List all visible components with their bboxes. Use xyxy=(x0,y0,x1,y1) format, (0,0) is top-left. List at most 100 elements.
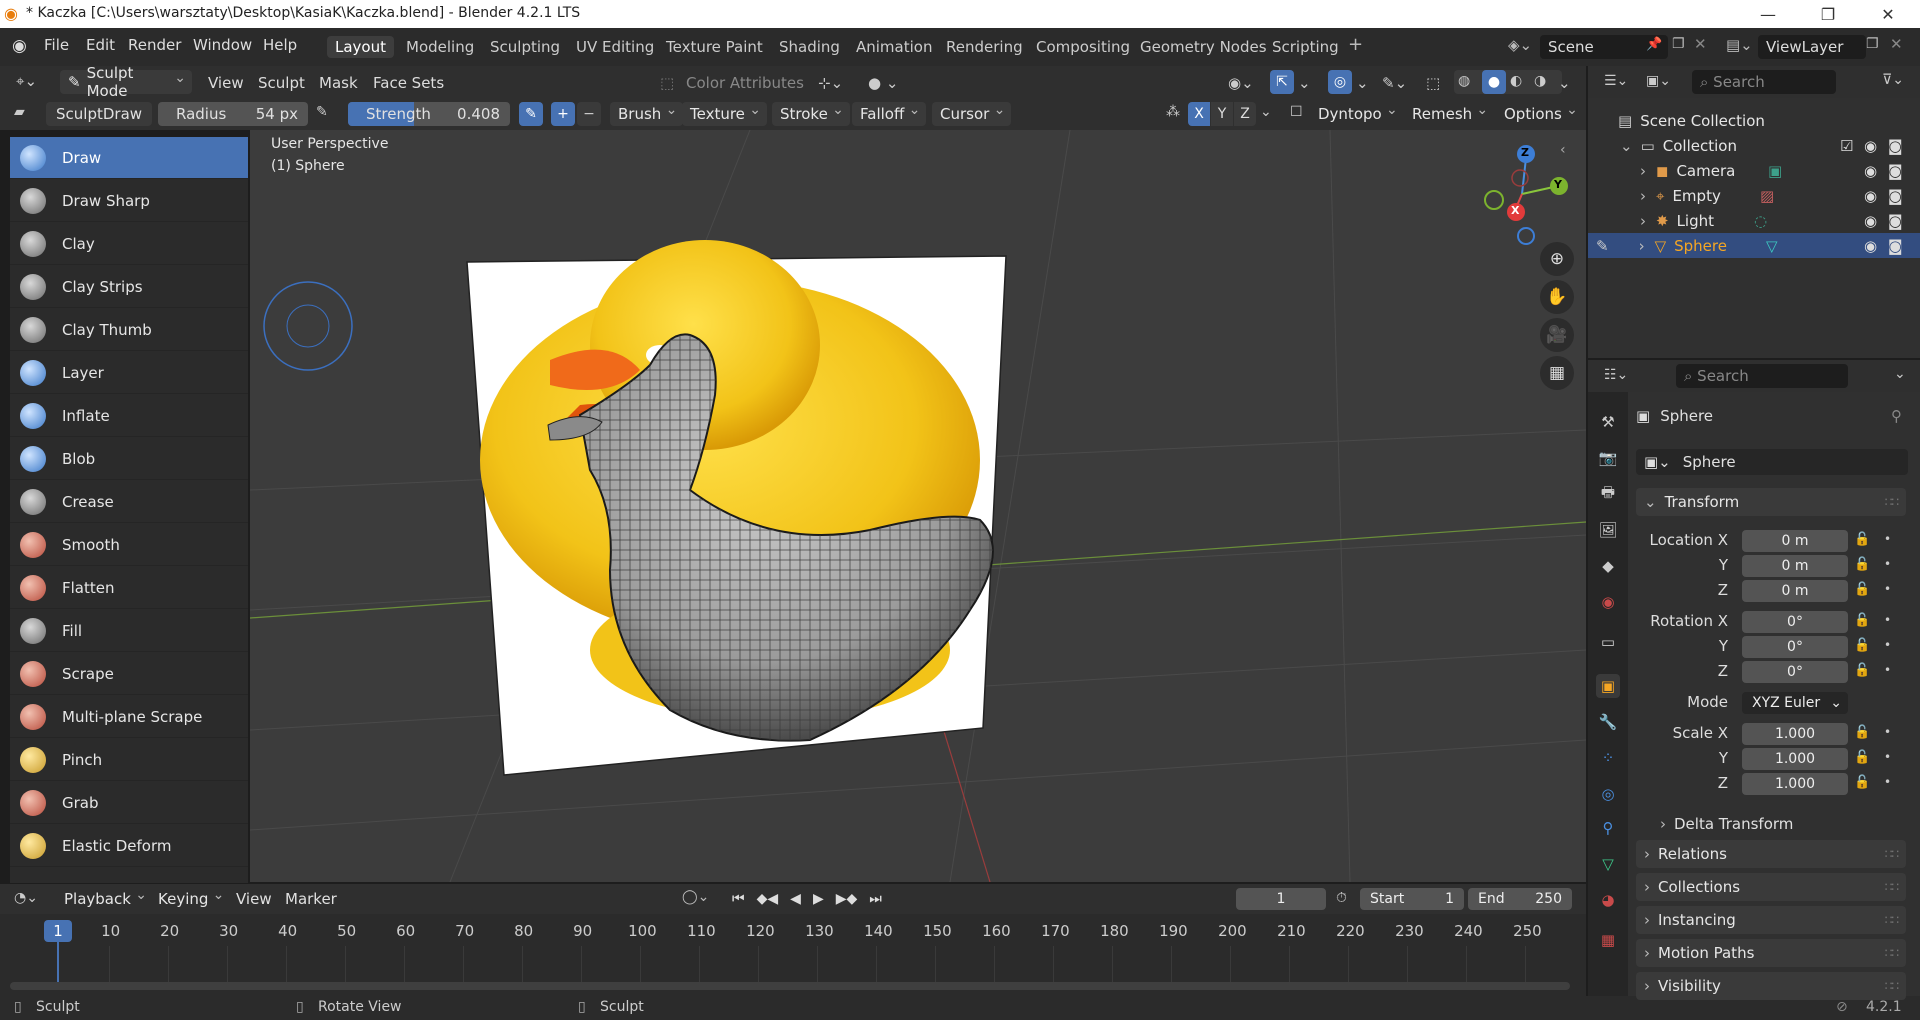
outliner-scene-collection[interactable]: ▤ Scene Collection xyxy=(1588,108,1920,133)
pin-scene-icon[interactable]: 📌 xyxy=(1646,37,1662,52)
lock-icon[interactable]: 🔓 xyxy=(1854,582,1870,597)
menu-render[interactable]: Render xyxy=(128,36,181,54)
panel-grip-icon[interactable]: ∷∷ xyxy=(1885,946,1899,960)
lock-icon[interactable]: 🔓 xyxy=(1854,557,1870,572)
collection-camera-icon[interactable]: ◙ xyxy=(1888,137,1903,155)
transform-panel-header[interactable]: ⌄ Transform ∷∷ xyxy=(1636,488,1906,516)
modifier-tab-icon[interactable]: 🔧 xyxy=(1596,710,1620,734)
panel-grip-icon[interactable]: ∷∷ xyxy=(1885,847,1899,861)
outliner-item-light[interactable]: › ✸ Light ◌ ◉ ◙ xyxy=(1588,208,1920,233)
viewlayer-selector-icon[interactable]: ▤⌄ xyxy=(1726,36,1753,54)
collection-checkbox-icon[interactable]: ☑ xyxy=(1840,137,1853,155)
toggle-xray-icon[interactable]: ⬚ xyxy=(1426,71,1440,95)
lock-icon[interactable]: 🔓 xyxy=(1854,638,1870,653)
tool-grab[interactable]: Grab xyxy=(10,782,248,824)
material-shading-icon[interactable]: ◐ xyxy=(1510,73,1522,89)
object-tab-icon[interactable]: ▣ xyxy=(1596,674,1620,698)
panel-visibility[interactable]: › Visibility ∷∷ xyxy=(1636,972,1906,1000)
scale-x-field[interactable]: 1.000 xyxy=(1742,723,1848,745)
tab-shading[interactable]: Shading xyxy=(771,36,848,58)
menu-face-sets[interactable]: Face Sets xyxy=(373,71,444,95)
view-layer-tab-icon[interactable]: 🖼 xyxy=(1596,518,1620,542)
menu-help[interactable]: Help xyxy=(263,36,297,54)
visibility-dropdown-icon[interactable]: ◉⌄ xyxy=(1228,71,1254,95)
gizmo-dropdown-icon[interactable]: ⌄ xyxy=(1298,71,1311,95)
overlays-toggle-icon[interactable]: ◎ xyxy=(1328,70,1352,94)
properties-options-icon[interactable]: ⌄ xyxy=(1894,366,1906,382)
light-eye-icon[interactable]: ◉ xyxy=(1864,212,1877,230)
mirror-x-toggle[interactable]: X xyxy=(1188,102,1210,126)
scale-y-field[interactable]: 1.000 xyxy=(1742,748,1848,770)
minimize-button[interactable]: — xyxy=(1740,0,1796,28)
texture-tab-icon[interactable]: ▦ xyxy=(1596,928,1620,952)
color-attributes-dropdown[interactable]: Color Attributes xyxy=(686,71,804,95)
keyframe-dot-icon[interactable]: • xyxy=(1884,582,1891,596)
xray-icon[interactable]: ✎⌄ xyxy=(1382,71,1407,95)
data-tab-icon[interactable]: ▽ xyxy=(1596,852,1620,876)
scene-tab-icon[interactable]: ◆ xyxy=(1596,554,1620,578)
light-render-icon[interactable]: ◙ xyxy=(1888,212,1903,230)
new-scene-icon[interactable]: ❐ xyxy=(1672,36,1685,52)
strength-pressure-icon[interactable]: ✎ xyxy=(519,102,543,126)
world-tab-icon[interactable]: ◉ xyxy=(1596,590,1620,614)
constraints-tab-icon[interactable]: ⚲ xyxy=(1596,816,1620,840)
timeline-scrollbar[interactable] xyxy=(10,982,1570,990)
delta-transform-subpanel[interactable]: › Delta Transform xyxy=(1660,812,1900,836)
ortho-toggle-icon[interactable]: ▦ xyxy=(1540,356,1574,390)
lock-icon[interactable]: 🔓 xyxy=(1854,775,1870,790)
scene-selector-icon[interactable]: ◈⌄ xyxy=(1508,36,1532,54)
camera-view-icon[interactable]: 🎥 xyxy=(1540,318,1574,352)
outliner-item-camera[interactable]: › ◼ Camera ▣ ◉ ◙ xyxy=(1588,158,1920,183)
panel-relations[interactable]: › Relations ∷∷ xyxy=(1636,840,1906,868)
options-dropdown[interactable]: Options xyxy=(1496,102,1584,126)
tool-fill[interactable]: Fill xyxy=(10,610,248,652)
keyframe-dot-icon[interactable]: • xyxy=(1884,638,1891,652)
zoom-icon[interactable]: ⊕ xyxy=(1540,242,1574,276)
mirror-z-toggle[interactable]: Z xyxy=(1234,102,1256,126)
camera-eye-icon[interactable]: ◉ xyxy=(1864,162,1877,180)
new-viewlayer-icon[interactable]: ❐ xyxy=(1866,36,1879,52)
rotation-y-field[interactable]: 0° xyxy=(1742,636,1848,658)
display-mode-icon[interactable]: ▣⌄ xyxy=(1646,73,1671,89)
brush-name-field[interactable]: SculptDraw xyxy=(46,102,152,126)
keyframe-dot-icon[interactable]: • xyxy=(1884,532,1891,546)
dyntopo-checkbox[interactable]: ☐ xyxy=(1290,104,1303,120)
viewlayer-name-field[interactable]: ViewLayer xyxy=(1758,35,1866,59)
menu-mask[interactable]: Mask xyxy=(319,71,358,95)
lock-icon[interactable]: 🔓 xyxy=(1854,532,1870,547)
strength-slider[interactable]: Strength 0.408 xyxy=(348,102,510,126)
panel-grip-icon[interactable]: ∷∷ xyxy=(1885,913,1899,927)
tool-draw-sharp[interactable]: Draw Sharp xyxy=(10,180,248,222)
tab-rendering[interactable]: Rendering xyxy=(938,36,1031,58)
panel-instancing[interactable]: › Instancing ∷∷ xyxy=(1636,906,1906,934)
menu-sculpt[interactable]: Sculpt xyxy=(258,71,305,95)
cursor-dropdown[interactable]: Cursor xyxy=(932,102,1012,126)
menu-view[interactable]: View xyxy=(208,71,244,95)
keyframe-dot-icon[interactable]: • xyxy=(1884,557,1891,571)
panel-collections[interactable]: › Collections ∷∷ xyxy=(1636,873,1906,901)
pan-hand-icon[interactable]: ✋ xyxy=(1540,280,1574,314)
direction-subtract-icon[interactable]: − xyxy=(577,102,601,126)
timeline-ruler[interactable]: 10 20 30 40 50 60 70 80 90 100 110 120 130 140 150 160 1… xyxy=(0,884,1586,996)
radius-pressure-icon[interactable]: ✎ xyxy=(316,104,328,120)
empty-eye-icon[interactable]: ◉ xyxy=(1864,187,1877,205)
location-z-field[interactable]: 0 m xyxy=(1742,580,1848,602)
panel-grip-icon[interactable]: ∷∷ xyxy=(1885,495,1899,509)
lock-icon[interactable]: 🔓 xyxy=(1854,663,1870,678)
symmetry-dropdown-icon[interactable]: ⌄ xyxy=(1260,104,1272,120)
empty-render-icon[interactable]: ◙ xyxy=(1888,187,1903,205)
properties-editor-type-icon[interactable]: ☷⌄ xyxy=(1604,367,1628,383)
tool-blob[interactable]: Blob xyxy=(10,438,248,480)
outliner-editor-type-icon[interactable]: ☰⌄ xyxy=(1604,73,1628,89)
mode-dropdown[interactable]: ✎ Sculpt Mode xyxy=(60,64,192,100)
panel-motion-paths[interactable]: › Motion Paths ∷∷ xyxy=(1636,939,1906,967)
solid-shading-icon[interactable]: ● xyxy=(1482,70,1506,94)
sphere-render-icon[interactable]: ◙ xyxy=(1888,237,1903,255)
lock-icon[interactable]: 🔓 xyxy=(1854,725,1870,740)
menu-window[interactable]: Window xyxy=(193,36,252,54)
rendered-shading-icon[interactable]: ◑ xyxy=(1534,73,1546,89)
tool-clay-strips[interactable]: Clay Strips xyxy=(10,266,248,308)
transform-orientation-icon[interactable]: ⊹⌄ xyxy=(818,71,843,95)
keyframe-dot-icon[interactable]: • xyxy=(1884,613,1891,627)
particles-tab-icon[interactable]: ⁘ xyxy=(1596,746,1620,770)
